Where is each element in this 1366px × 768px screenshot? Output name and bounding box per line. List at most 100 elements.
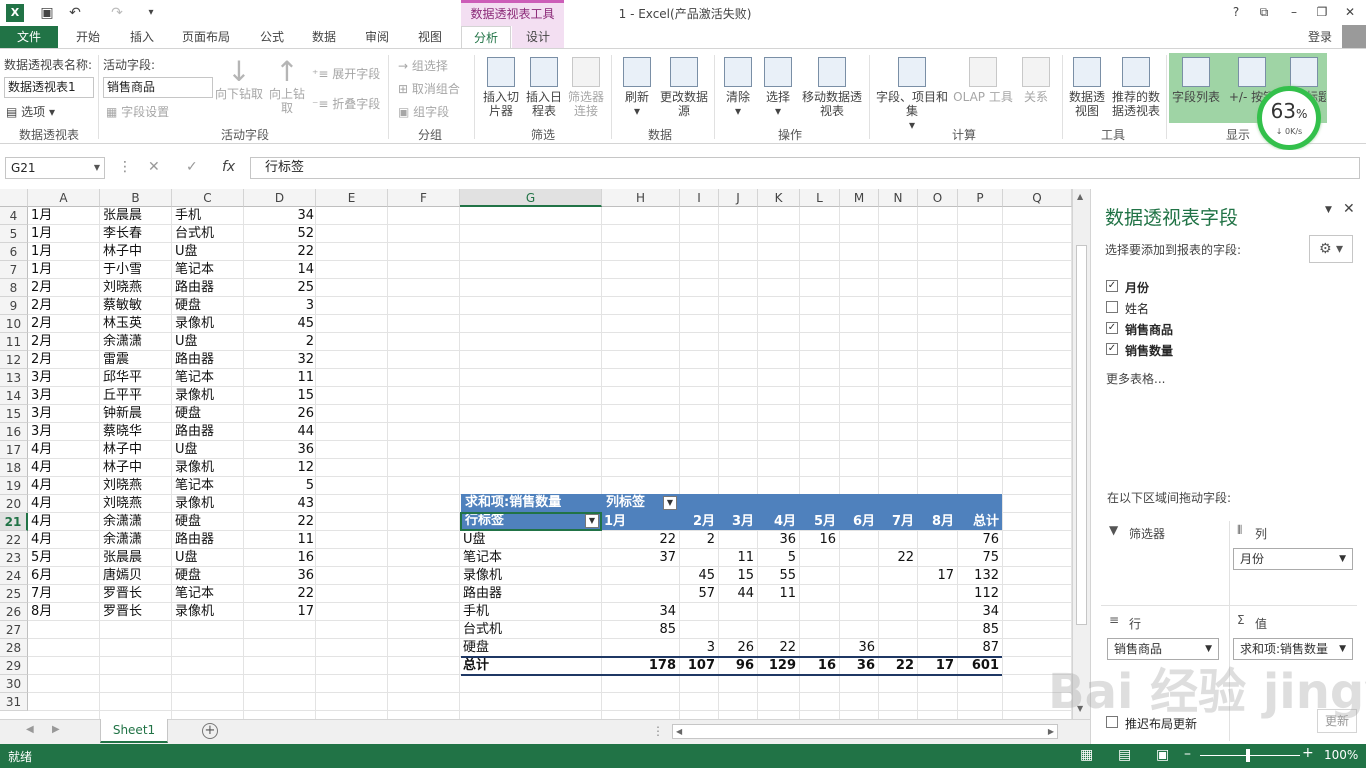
pivot-value[interactable] — [879, 639, 914, 657]
zoom-slider-track[interactable] — [1200, 755, 1300, 756]
column-header-n[interactable]: N — [879, 189, 918, 207]
row-header-16[interactable]: 16 — [0, 423, 28, 441]
cell-qty[interactable]: 11 — [244, 531, 314, 549]
row-header-19[interactable]: 19 — [0, 477, 28, 495]
cell-month[interactable]: 3月 — [31, 405, 97, 423]
row-header-27[interactable]: 27 — [0, 621, 28, 639]
tab-analyze[interactable]: 分析 — [461, 26, 511, 49]
insert-timeline-button[interactable]: 插入日程表 — [523, 57, 565, 118]
split-handle-icon[interactable]: ⋮ — [652, 724, 664, 738]
pivot-value[interactable]: 112 — [958, 585, 999, 603]
cell-name[interactable]: 林子中 — [103, 441, 169, 459]
cell-name[interactable]: 罗晋长 — [103, 585, 169, 603]
pivot-value[interactable]: 22 — [879, 657, 914, 675]
row-header-28[interactable]: 28 — [0, 639, 28, 657]
drill-down-button[interactable]: ↓ 向下钻取 — [215, 57, 263, 102]
cell-name[interactable]: 罗晋长 — [103, 603, 169, 621]
cell-month[interactable]: 3月 — [31, 369, 97, 387]
tab-file[interactable]: 文件 — [0, 26, 58, 48]
cell-product[interactable]: 录像机 — [175, 603, 241, 621]
cell-month[interactable]: 1月 — [31, 225, 97, 243]
cell-product[interactable]: 笔记本 — [175, 585, 241, 603]
customize-qat-icon[interactable]: ▾ — [142, 4, 160, 22]
row-header-7[interactable]: 7 — [0, 261, 28, 279]
pivot-value[interactable]: 57 — [680, 585, 715, 603]
tab-data[interactable]: 数据 — [302, 26, 346, 48]
scroll-right-icon[interactable]: ▶ — [1048, 725, 1054, 738]
row-header-4[interactable]: 4 — [0, 207, 28, 225]
pivot-row-label[interactable]: 路由器 — [463, 585, 599, 603]
tab-home[interactable]: 开始 — [66, 26, 110, 48]
pivot-value[interactable]: 36 — [758, 531, 796, 549]
field-label[interactable]: 月份 — [1125, 279, 1149, 296]
pivot-value[interactable]: 45 — [680, 567, 715, 585]
save-icon[interactable]: ▣ — [38, 4, 56, 22]
help-button[interactable]: ? — [1222, 2, 1250, 22]
cell-month[interactable]: 4月 — [31, 477, 97, 495]
zoom-slider-thumb[interactable] — [1246, 749, 1250, 762]
pivot-value[interactable]: 16 — [800, 531, 836, 549]
pivot-value[interactable] — [800, 603, 836, 621]
cell-name[interactable]: 张晨晨 — [103, 207, 169, 225]
cell-qty[interactable]: 11 — [244, 369, 314, 387]
cell-qty[interactable]: 32 — [244, 351, 314, 369]
cell-name[interactable]: 雷震 — [103, 351, 169, 369]
next-sheet-icon[interactable]: ▶ — [52, 724, 60, 735]
pivot-value[interactable] — [758, 621, 796, 639]
pivot-value[interactable]: 36 — [840, 657, 875, 675]
column-header-c[interactable]: C — [172, 189, 244, 207]
pivot-value[interactable] — [879, 603, 914, 621]
row-header-26[interactable]: 26 — [0, 603, 28, 621]
cell-name[interactable]: 林玉英 — [103, 315, 169, 333]
column-header-k[interactable]: K — [758, 189, 800, 207]
more-tables-link[interactable]: 更多表格... — [1106, 370, 1165, 387]
row-header-20[interactable]: 20 — [0, 495, 28, 513]
tab-review[interactable]: 审阅 — [355, 26, 399, 48]
fields-items-sets-button[interactable]: 字段、项目和集 ▾ — [874, 57, 950, 132]
pivot-value[interactable]: 15 — [719, 567, 754, 585]
cell-product[interactable]: 台式机 — [175, 225, 241, 243]
tab-view[interactable]: 视图 — [408, 26, 452, 48]
cell-qty[interactable]: 16 — [244, 549, 314, 567]
column-header-j[interactable]: J — [719, 189, 758, 207]
horizontal-scrollbar[interactable]: ◀ ▶ — [672, 724, 1058, 739]
formula-input[interactable]: 行标签 — [250, 157, 1360, 179]
normal-view-icon[interactable]: ▦ — [1080, 747, 1093, 763]
pivot-value[interactable] — [879, 531, 914, 549]
cell-product[interactable]: 录像机 — [175, 315, 241, 333]
pivot-value[interactable]: 107 — [680, 657, 715, 675]
olap-tools-button[interactable]: OLAP 工具 — [950, 57, 1016, 104]
tab-formulas[interactable]: 公式 — [250, 26, 294, 48]
pivot-value[interactable] — [602, 639, 676, 657]
filter-connections-button[interactable]: 筛选器连接 — [566, 57, 606, 118]
pivot-row-label[interactable]: 硬盘 — [463, 639, 599, 657]
column-header-a[interactable]: A — [28, 189, 100, 207]
pivot-month-header[interactable]: 4月 — [758, 513, 796, 531]
move-pivot-button[interactable]: 移动数据透视表 — [800, 57, 864, 118]
vertical-scroll-thumb[interactable] — [1076, 245, 1087, 625]
zoom-in-icon[interactable]: + — [1302, 745, 1314, 761]
cell-name[interactable]: 刘晓燕 — [103, 279, 169, 297]
cell-month[interactable]: 4月 — [31, 495, 97, 513]
pivot-value[interactable]: 22 — [758, 639, 796, 657]
cell-qty[interactable]: 36 — [244, 567, 314, 585]
ribbon-display-icon[interactable]: ⧉ — [1250, 2, 1278, 22]
pivot-row-label[interactable]: 总计 — [463, 657, 599, 675]
cell-month[interactable]: 8月 — [31, 603, 97, 621]
cell-qty[interactable]: 25 — [244, 279, 314, 297]
cell-product[interactable]: 硬盘 — [175, 297, 241, 315]
pivot-value[interactable]: 5 — [758, 549, 796, 567]
pivot-value[interactable] — [840, 585, 875, 603]
pivot-value[interactable] — [602, 585, 676, 603]
pivot-value[interactable]: 17 — [918, 657, 954, 675]
pivot-value[interactable] — [918, 531, 954, 549]
pivot-value[interactable] — [680, 549, 715, 567]
cell-qty[interactable]: 12 — [244, 459, 314, 477]
field-settings-button[interactable]: ▦ 字段设置 — [106, 103, 169, 120]
pivot-month-header[interactable]: 2月 — [680, 513, 715, 531]
cell-month[interactable]: 1月 — [31, 261, 97, 279]
pivot-value[interactable] — [758, 603, 796, 621]
network-speed-widget[interactable]: 63% ↓ 0K/s — [1257, 86, 1321, 150]
cell-product[interactable]: 录像机 — [175, 387, 241, 405]
field-checkbox[interactable] — [1106, 301, 1118, 313]
